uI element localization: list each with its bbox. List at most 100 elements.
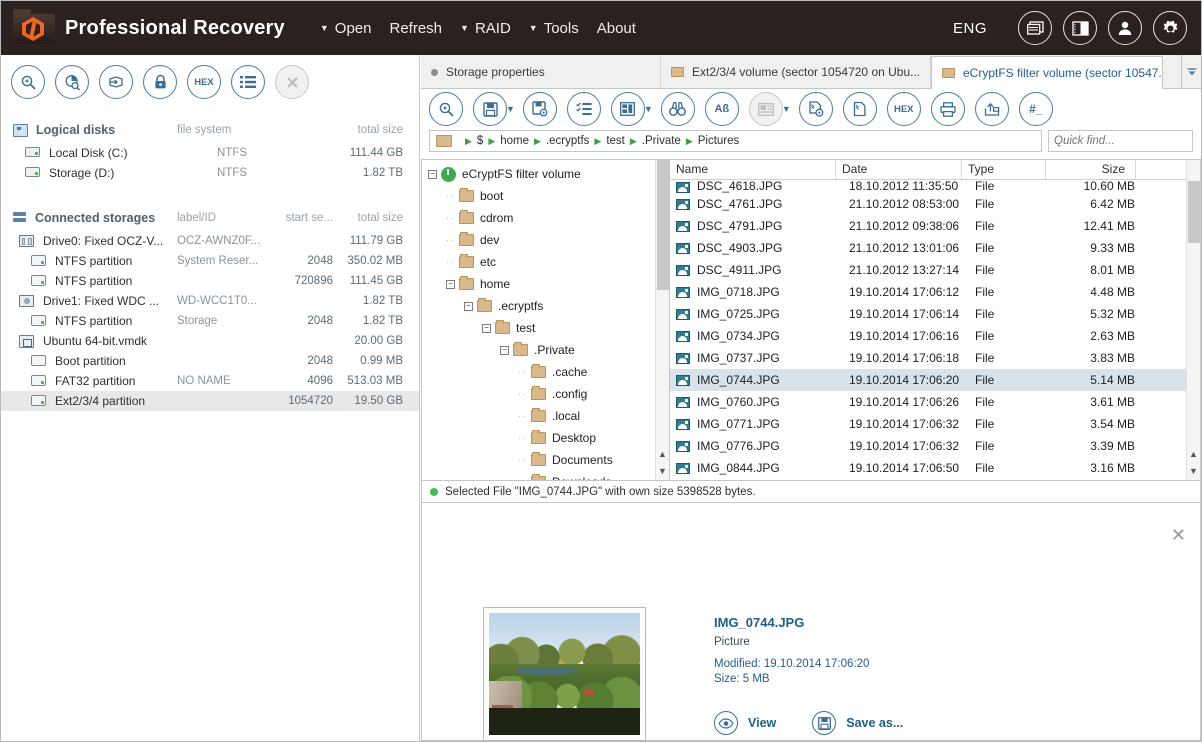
tree-node[interactable]: ·· .local xyxy=(422,405,655,427)
close-icon[interactable]: ✕ xyxy=(1171,525,1186,546)
storage-row[interactable]: Boot partition 2048 0.99 MB xyxy=(1,351,419,371)
storage-row[interactable]: NTFS partition System Reser... 2048 350.02 … xyxy=(1,251,419,271)
file-list[interactable]: Name Date Type Size DSC_4618.JPG 18.10.20… xyxy=(669,159,1201,481)
copy-file-icon[interactable] xyxy=(842,92,877,126)
table-row[interactable]: IMG_0844.JPG 19.10.2014 17:06:50 File 3.16 … xyxy=(670,457,1186,479)
file-list-scrollbar[interactable]: ▲ ▼ xyxy=(1186,160,1200,480)
tree-node[interactable]: − home xyxy=(422,273,655,295)
windows-icon[interactable] xyxy=(1018,11,1052,45)
column-header-name[interactable]: Name xyxy=(670,160,836,179)
table-row[interactable]: IMG_0718.JPG 19.10.2014 17:06:12 File 4.48 … xyxy=(670,281,1186,303)
disk-scan-icon[interactable] xyxy=(55,65,89,99)
tree-expander-collapse-icon[interactable]: − xyxy=(428,169,437,179)
gear-icon[interactable] xyxy=(1153,11,1187,45)
breadcrumb[interactable]: ▶ $ ▶ home ▶ .ecryptfs ▶ test ▶ .Private ▶ Pic… xyxy=(429,130,1042,152)
section-logical-disks[interactable]: Logical disks file system total size xyxy=(1,117,419,143)
table-row[interactable]: DSC_4761.JPG 21.10.2012 08:53:00 File 6.42 … xyxy=(670,193,1186,215)
list-item[interactable]: Storage (D:) NTFS 1.82 TB xyxy=(1,163,419,183)
save-as-button[interactable]: Save as... xyxy=(812,711,903,735)
encoding-icon[interactable]: Aß xyxy=(704,92,739,126)
scrollbar-thumb[interactable] xyxy=(1188,181,1200,243)
split-view-icon[interactable] xyxy=(1063,11,1097,45)
column-header-date[interactable]: Date xyxy=(836,160,962,179)
layout-icon[interactable] xyxy=(610,92,645,126)
storage-row[interactable]: Ubuntu 64-bit.vmdk 20.00 GB xyxy=(1,331,419,351)
scroll-down-button[interactable]: ▼ xyxy=(1187,462,1200,479)
search-input[interactable] xyxy=(1049,134,1202,148)
storage-row[interactable]: NTFS partition Storage 2048 1.82 TB xyxy=(1,311,419,331)
folder-tree[interactable]: − eCryptFS filter volume ·· boot ·· cdrom ·· de… xyxy=(421,159,669,481)
tree-node[interactable]: − .ecryptfs xyxy=(422,295,655,317)
column-header-type[interactable]: Type xyxy=(962,160,1046,179)
section-connected-storages[interactable]: Connected storages label/ID start se... … xyxy=(1,205,419,231)
file-recovery-settings-icon[interactable] xyxy=(798,92,833,126)
table-row[interactable]: DSC_4791.JPG 21.10.2012 09:38:06 File 12.41… xyxy=(670,215,1186,237)
tree-expander-collapse-icon[interactable]: − xyxy=(482,323,491,333)
tree-node[interactable]: ·· Desktop xyxy=(422,427,655,449)
menu-item-open[interactable]: ▼ Open xyxy=(311,16,381,41)
quick-find[interactable] xyxy=(1048,130,1202,152)
tree-node[interactable]: ·· .config xyxy=(422,383,655,405)
storage-row[interactable]: Drive1: Fixed WDC ... WD-WCC1T0... 1.82 TB xyxy=(1,291,419,311)
scrollbar-thumb[interactable] xyxy=(657,160,669,290)
table-row[interactable]: IMG_0771.JPG 19.10.2014 17:06:32 File 3.54 … xyxy=(670,413,1186,435)
tab-storage-properties[interactable]: Storage properties xyxy=(421,56,661,88)
tab-ext-volume[interactable]: Ext2/3/4 volume (sector 1054720 on Ubu..… xyxy=(661,56,931,88)
table-row[interactable]: IMG_0725.JPG 19.10.2014 17:06:14 File 5.32 … xyxy=(670,303,1186,325)
tree-node[interactable]: ··Downloads xyxy=(422,471,655,480)
tree-expander-collapse-icon[interactable]: − xyxy=(500,345,509,355)
tree-node[interactable]: − .Private xyxy=(422,339,655,361)
tree-node[interactable]: ·· boot xyxy=(422,185,655,207)
tree-node[interactable]: ·· Documents xyxy=(422,449,655,471)
table-row[interactable]: IMG_0744.JPG 19.10.2014 17:06:20 File 5.14 … xyxy=(670,369,1186,391)
scroll-down-button[interactable]: ▼ xyxy=(656,462,669,479)
menu-item-refresh[interactable]: Refresh xyxy=(380,16,451,41)
scroll-up-button[interactable]: ▲ xyxy=(656,445,669,462)
checklist-icon[interactable] xyxy=(566,92,601,126)
tree-node[interactable]: ·· etc xyxy=(422,251,655,273)
table-row[interactable]: IMG_0734.JPG 19.10.2014 17:06:16 File 2.63 … xyxy=(670,325,1186,347)
table-row[interactable]: IMG_0776.JPG 19.10.2014 17:06:32 File 3.39 … xyxy=(670,435,1186,457)
storage-row[interactable]: FAT32 partition NO NAME 4096 513.03 MB xyxy=(1,371,419,391)
storage-row[interactable]: Ext2/3/4 partition 1054720 19.50 GB xyxy=(1,391,419,411)
hex-icon[interactable]: HEX xyxy=(886,92,921,126)
breadcrumb-item-private[interactable]: ▶ .Private xyxy=(625,135,681,147)
save-settings-icon[interactable] xyxy=(522,92,557,126)
tree-node[interactable]: ·· dev xyxy=(422,229,655,251)
open-image-icon[interactable] xyxy=(99,65,133,99)
chevron-down-icon[interactable] xyxy=(1181,55,1201,88)
search-disk-icon[interactable] xyxy=(11,65,45,99)
hex-icon[interactable]: HEX xyxy=(187,65,221,99)
column-header-size[interactable]: Size xyxy=(1046,160,1136,179)
print-icon[interactable] xyxy=(930,92,965,126)
breadcrumb-item-test[interactable]: ▶ test xyxy=(589,135,624,147)
table-row[interactable]: IMG_0760.JPG 19.10.2014 17:06:26 File 3.61 … xyxy=(670,391,1186,413)
breadcrumb-item-root[interactable]: ▶ $ xyxy=(460,135,483,147)
view-button[interactable]: View xyxy=(714,711,776,735)
breadcrumb-item-ecryptfs[interactable]: ▶ .ecryptfs xyxy=(529,135,589,147)
menu-item-tools[interactable]: ▼ Tools xyxy=(520,16,588,41)
save-icon[interactable] xyxy=(473,92,507,126)
tree-scrollbar[interactable]: ▲ ▼ xyxy=(655,160,669,480)
breadcrumb-item-home[interactable]: ▶ home xyxy=(483,135,529,147)
lock-icon[interactable] xyxy=(143,65,177,99)
file-thumbnail[interactable] xyxy=(483,607,646,741)
binoculars-icon[interactable] xyxy=(660,92,695,126)
breadcrumb-item-pictures[interactable]: ▶ Pictures xyxy=(681,135,739,147)
tree-node[interactable]: ·· .cache xyxy=(422,361,655,383)
tree-node[interactable]: ·· cdrom xyxy=(422,207,655,229)
user-icon[interactable] xyxy=(1108,11,1142,45)
table-row[interactable]: DSC_4903.JPG 21.10.2012 13:01:06 File 9.33 … xyxy=(670,237,1186,259)
menu-item-about[interactable]: About xyxy=(588,16,645,41)
list-item[interactable]: Local Disk (C:) NTFS 111.44 GB xyxy=(1,143,419,163)
chevron-down-icon[interactable]: ▼ xyxy=(782,104,791,114)
list-icon[interactable] xyxy=(231,65,265,99)
tree-node[interactable]: − eCryptFS filter volume xyxy=(422,163,655,185)
tree-node[interactable]: − test xyxy=(422,317,655,339)
chevron-down-icon[interactable]: ▼ xyxy=(506,104,515,114)
chevron-down-icon[interactable]: ▼ xyxy=(644,104,653,114)
language-selector[interactable]: ENG xyxy=(953,20,987,37)
tab-ecryptfs-volume[interactable]: eCryptFS filter volume (sector 10547... … xyxy=(931,56,1163,89)
preview-pane-icon[interactable] xyxy=(748,92,783,126)
table-row[interactable]: DSC_4618.JPG 18.10.2012 11:35:50 File 10.60… xyxy=(670,180,1186,193)
